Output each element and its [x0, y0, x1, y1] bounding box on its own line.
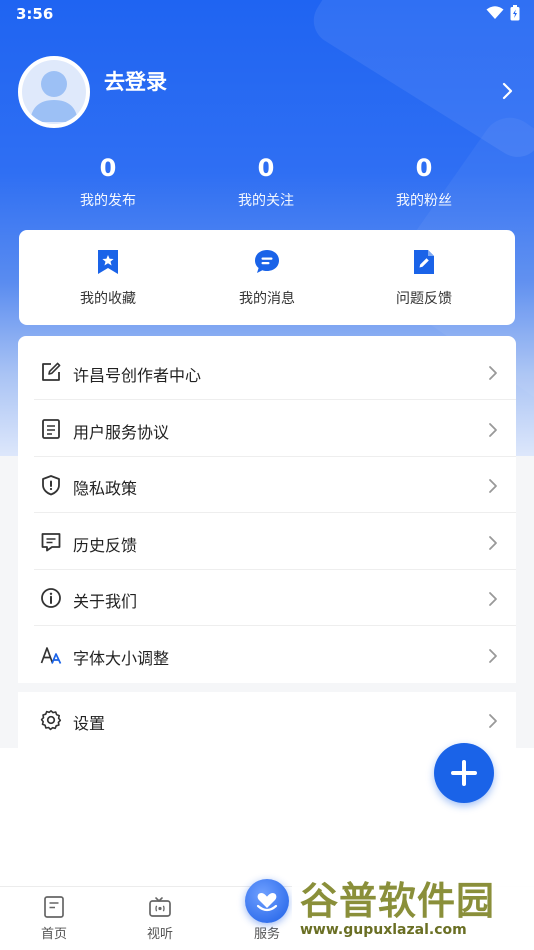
font-size-icon [40, 647, 62, 664]
menu-item-label: 字体大小调整 [73, 649, 170, 668]
stat-value: 0 [415, 154, 433, 182]
add-fab-button[interactable] [434, 743, 494, 803]
menu-item-label: 历史反馈 [73, 536, 138, 555]
stat-fans[interactable]: 0 我的粉丝 [364, 154, 484, 210]
menu-item-settings[interactable]: 设置 [18, 692, 516, 748]
settings-card: 设置 [18, 692, 516, 748]
menu-item-privacy-policy[interactable]: 隐私政策 [18, 457, 516, 513]
menu-item-about-us[interactable]: 关于我们 [18, 570, 516, 626]
wifi-icon [486, 6, 504, 19]
quick-action-label: 我的收藏 [80, 291, 136, 307]
stat-label: 我的粉丝 [396, 193, 452, 209]
divider [34, 399, 516, 400]
chevron-right-icon [489, 714, 497, 728]
bookmark-icon [98, 250, 118, 274]
menu-item-font-size[interactable]: 字体大小调整 [18, 627, 516, 683]
menu-item-creator-center[interactable]: 许昌号创作者中心 [18, 344, 516, 400]
chevron-right-icon [489, 536, 497, 550]
avatar[interactable] [18, 56, 90, 128]
divider [34, 625, 516, 626]
battery-icon [510, 5, 520, 21]
document-icon [42, 419, 60, 439]
quick-action-messages[interactable]: 我的消息 [192, 248, 342, 308]
edit-doc-icon [414, 250, 434, 274]
quick-action-label: 问题反馈 [396, 291, 452, 307]
menu-item-label: 关于我们 [73, 592, 138, 611]
quick-action-feedback[interactable]: 问题反馈 [349, 248, 499, 308]
menu-item-label: 隐私政策 [73, 479, 138, 498]
chevron-right-icon[interactable] [502, 82, 514, 100]
nav-item-home[interactable]: 首页 [14, 895, 94, 942]
watermark-url: www.gupuxlazal.com [300, 922, 467, 938]
feedback-icon [41, 533, 61, 552]
divider [34, 512, 516, 513]
chevron-right-icon [489, 366, 497, 380]
menu-item-label: 许昌号创作者中心 [73, 366, 202, 385]
watermark-logo: 谷普软件园 www.gupuxlazal.com [292, 866, 534, 950]
menu-list: 许昌号创作者中心 用户服务协议 隐私政策 历史反馈 关于我们 字体大小调整 [18, 336, 516, 683]
nav-label: 首页 [40, 927, 67, 942]
menu-item-history-feedback[interactable]: 历史反馈 [18, 514, 516, 570]
home-doc-icon [44, 896, 64, 918]
tv-icon [149, 897, 171, 917]
login-link[interactable]: 去登录 [104, 66, 167, 96]
status-time: 3:56 [16, 5, 54, 23]
menu-item-label: 用户服务协议 [73, 423, 170, 442]
heart-hand-icon [256, 893, 278, 912]
stat-label: 我的发布 [80, 193, 136, 209]
edit-icon [42, 362, 61, 381]
message-icon [255, 250, 279, 273]
menu-item-label: 设置 [73, 714, 106, 733]
status-icons [486, 5, 520, 21]
stat-label: 我的关注 [238, 193, 294, 209]
stats-row: 0 我的发布 0 我的关注 0 我的粉丝 [0, 154, 534, 218]
watermark-title: 谷普软件园 [300, 879, 496, 923]
stat-following[interactable]: 0 我的关注 [206, 154, 326, 210]
gear-icon [40, 710, 62, 731]
nav-label: 视听 [146, 927, 173, 942]
chevron-right-icon [489, 592, 497, 606]
status-bar: 3:56 [0, 0, 534, 28]
nav-item-video[interactable]: 视听 [120, 895, 200, 942]
chevron-right-icon [489, 423, 497, 437]
menu-item-user-agreement[interactable]: 用户服务协议 [18, 401, 516, 457]
info-icon [41, 588, 61, 608]
stat-posts[interactable]: 0 我的发布 [48, 154, 168, 210]
shield-icon [42, 475, 60, 496]
user-icon [30, 71, 78, 122]
plus-icon [451, 760, 477, 786]
quick-actions-card: 我的收藏 我的消息 问题反馈 [19, 230, 515, 325]
quick-action-favorites[interactable]: 我的收藏 [33, 248, 183, 308]
service-center-button[interactable] [245, 879, 289, 923]
quick-action-label: 我的消息 [239, 291, 295, 307]
stat-value: 0 [257, 154, 275, 182]
chevron-right-icon [489, 649, 497, 663]
chevron-right-icon [489, 479, 497, 493]
stat-value: 0 [99, 154, 117, 182]
